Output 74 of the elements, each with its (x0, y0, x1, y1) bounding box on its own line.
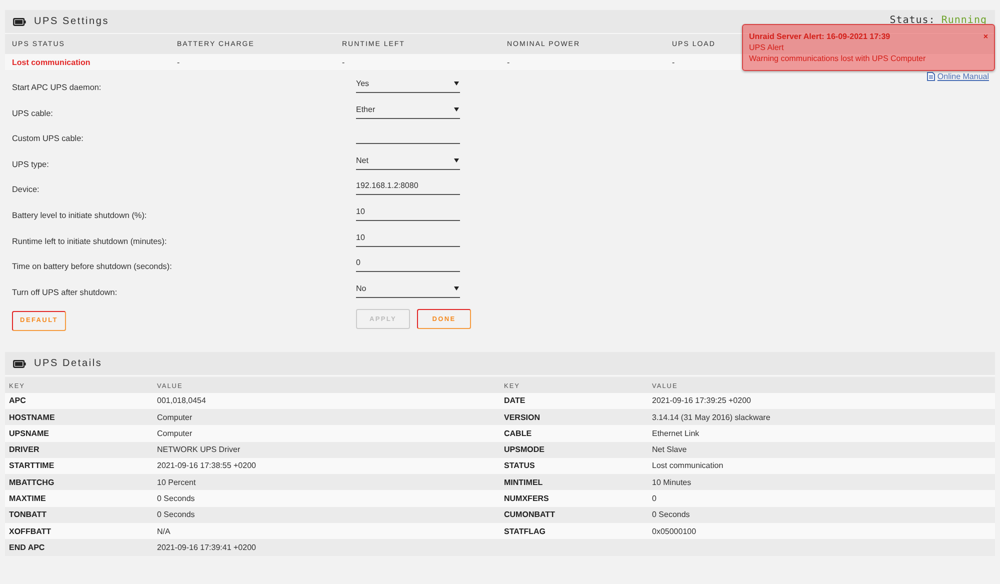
value-cell: 2021-09-16 17:38:55 +0200 (153, 458, 500, 474)
key-cell: MBATTCHG (5, 474, 153, 490)
caret-icon (454, 286, 459, 291)
key-cell: STATUS (500, 458, 648, 474)
field-label: UPS type: (12, 158, 50, 169)
field-label: Custom UPS cable: (12, 133, 84, 144)
alert-message: Warning communications lost with UPS Computer (749, 53, 927, 64)
field-label: Battery level to initiate shutdown (%): (12, 210, 148, 220)
value-cell: 0 Seconds (153, 490, 500, 507)
key-cell: CUMONBATT (500, 506, 648, 524)
key-cell: DRIVER (5, 442, 153, 458)
value-cell: 3.14.14 (31 May 2016) slackware (648, 408, 995, 426)
value-cell: N/A (153, 523, 500, 540)
field-label: Start APC UPS daemon: (12, 82, 102, 92)
key-cell: UPSMODE (500, 442, 648, 458)
key-cell: STATFLAG (500, 523, 648, 540)
panel-title: UPS Details (34, 358, 102, 370)
status-cell: Lost communication (5, 54, 170, 70)
key-cell: TONBATT (5, 506, 153, 524)
caret-icon (454, 81, 459, 86)
value-cell: 0 (648, 490, 995, 507)
alert-subject: UPS Alert (749, 42, 785, 53)
value-cell: Ethernet Link (648, 425, 995, 442)
caret-icon (454, 158, 459, 163)
input-field[interactable]: 10 (356, 202, 460, 221)
key-cell: END APC (5, 539, 153, 556)
value-cell: 10 Percent (153, 474, 500, 490)
key-cell: STARTTIME (5, 458, 153, 474)
battery-icon (13, 360, 26, 368)
status-label: Status: (890, 15, 936, 26)
value-cell: 0x05000100 (648, 523, 995, 540)
status-value: Running (941, 15, 987, 26)
key-cell: MAXTIME (5, 490, 153, 507)
value-cell: Computer (153, 425, 500, 442)
input-field[interactable]: 192.168.1.2:8080 (356, 177, 460, 196)
key-cell: DATE (500, 392, 648, 409)
input-field[interactable]: 10 (356, 228, 460, 247)
status-cell: - (170, 54, 335, 70)
value-cell: 2021-09-16 17:39:41 +0200 (153, 539, 500, 556)
online-manual-link[interactable]: Online Manual (937, 72, 989, 81)
value-cell: Computer (153, 408, 500, 426)
select-field[interactable]: Net (356, 152, 460, 170)
field-label: UPS cable: (12, 108, 54, 118)
field-label: Runtime left to initiate shutdown (minutes): (12, 236, 168, 246)
status-cell: - (335, 54, 500, 70)
value-cell: NETWORK UPS Driver (153, 442, 500, 458)
key-cell: HOSTNAME (5, 408, 153, 426)
value-cell: Lost communication (648, 458, 995, 474)
caret-icon (454, 106, 459, 112)
value-cell: 0 Seconds (153, 506, 500, 524)
panel-title: UPS Settings (34, 16, 110, 27)
value-cell: 2021-09-16 17:39:25 +0200 (648, 392, 995, 409)
input-field[interactable]: 0 (356, 254, 460, 272)
value-cell: 10 Minutes (648, 474, 995, 490)
select-field[interactable]: Ether (356, 100, 460, 119)
key-cell: CABLE (500, 425, 648, 442)
document-icon (927, 72, 936, 81)
key-cell: MINTIMEL (500, 474, 648, 490)
field-label: Turn off UPS after shutdown: (12, 286, 118, 297)
key-cell: NUMXFERS (500, 490, 648, 507)
battery-icon (13, 18, 26, 26)
status-cell: - (500, 54, 665, 70)
field-label: Device: (12, 184, 40, 194)
key-cell: XOFFBATT (5, 523, 153, 540)
key-cell: UPSNAME (5, 425, 153, 442)
alert-title: Unraid Server Alert: 16-09-2021 17:39 (749, 31, 890, 42)
field-label: Time on battery before shutdown (seconds): (12, 261, 173, 272)
select-field[interactable]: No (356, 280, 460, 298)
value-cell: 0 Seconds (648, 506, 995, 524)
key-cell: APC (5, 392, 153, 409)
value-cell: Net Slave (648, 442, 995, 458)
value-cell: 001,018,0454 (153, 392, 500, 409)
key-cell: VERSION (500, 408, 648, 426)
select-field[interactable]: Yes (356, 75, 460, 93)
